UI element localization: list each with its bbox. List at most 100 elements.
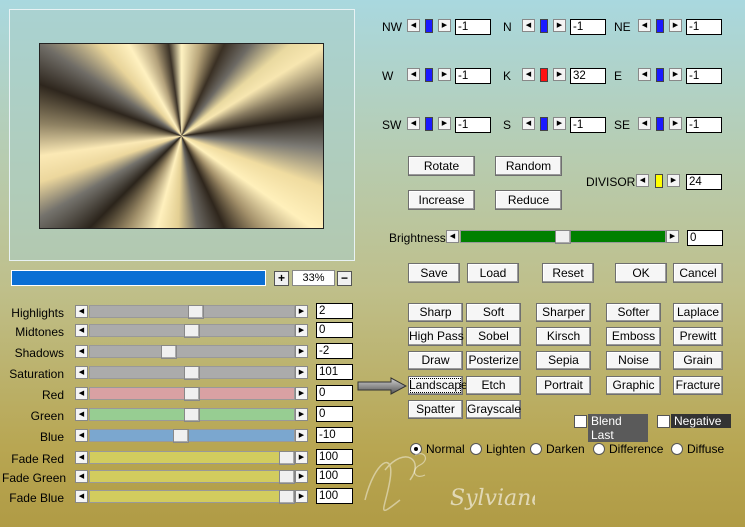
k-slider[interactable]: ◀ ▶ (522, 67, 566, 83)
brightness-input[interactable]: 0 (687, 230, 723, 246)
arrow-right-icon[interactable]: ▶ (295, 490, 308, 503)
slider-thumb[interactable] (279, 451, 295, 465)
fade-blue-input[interactable]: 100 (316, 488, 353, 504)
arrow-right-icon[interactable]: ▶ (295, 470, 308, 483)
arrow-right-icon[interactable]: ▶ (438, 117, 451, 130)
divisor-input[interactable]: 24 (686, 174, 722, 190)
blue-slider[interactable]: ◀ ▶ (75, 429, 309, 443)
arrow-right-icon[interactable]: ▶ (295, 324, 308, 337)
slider-thumb[interactable] (187, 305, 204, 319)
slider-track[interactable] (89, 429, 295, 442)
arrow-right-icon[interactable]: ▶ (295, 451, 308, 464)
arrow-left-icon[interactable]: ◀ (522, 68, 535, 81)
arrow-right-icon[interactable]: ▶ (553, 117, 566, 130)
arrow-right-icon[interactable]: ▶ (295, 305, 308, 318)
se-input[interactable]: -1 (686, 117, 722, 133)
zoom-in-button[interactable]: + (274, 271, 289, 286)
preset-softer-button[interactable]: Softer (606, 303, 661, 322)
load-button[interactable]: Load (467, 263, 519, 283)
arrow-right-icon[interactable]: ▶ (295, 429, 308, 442)
blend-diffuse-radio[interactable] (671, 443, 683, 455)
preset-soft-button[interactable]: Soft (466, 303, 521, 322)
preset-fracture-button[interactable]: Fracture (673, 376, 723, 395)
fade-blue-slider[interactable]: ◀ ▶ (75, 490, 309, 504)
midtones-slider[interactable]: ◀ ▶ (75, 324, 309, 338)
arrow-left-icon[interactable]: ◀ (75, 305, 88, 318)
e-input[interactable]: -1 (686, 68, 722, 84)
preset-kirsch-button[interactable]: Kirsch (536, 327, 591, 346)
n-input[interactable]: -1 (570, 19, 606, 35)
slider-thumb[interactable] (184, 366, 200, 380)
n-slider[interactable]: ◀ ▶ (522, 18, 566, 34)
brightness-thumb[interactable] (555, 230, 571, 244)
arrow-left-icon[interactable]: ◀ (75, 408, 88, 421)
blend-difference-radio[interactable] (593, 443, 605, 455)
arrow-right-icon[interactable]: ▶ (295, 345, 308, 358)
preset-portrait-button[interactable]: Portrait (536, 376, 591, 395)
arrow-left-icon[interactable]: ◀ (75, 451, 88, 464)
slider-thumb[interactable] (161, 345, 178, 359)
sw-input[interactable]: -1 (455, 117, 491, 133)
fade-green-slider[interactable]: ◀ ▶ (75, 470, 309, 484)
slider-track[interactable] (89, 345, 295, 358)
arrow-left-icon[interactable]: ◀ (75, 345, 88, 358)
preview-image[interactable] (39, 43, 324, 229)
slider-thumb[interactable] (279, 470, 295, 484)
arrow-right-icon[interactable]: ▶ (553, 68, 566, 81)
kernel-knob[interactable] (656, 68, 664, 82)
arrow-right-icon[interactable]: ▶ (667, 174, 680, 187)
preset-high-pass-button[interactable]: High Pass (408, 327, 464, 346)
arrow-left-icon[interactable]: ◀ (75, 470, 88, 483)
preset-laplace-button[interactable]: Laplace (673, 303, 723, 322)
slider-thumb[interactable] (184, 387, 200, 401)
slider-thumb[interactable] (184, 324, 200, 338)
kernel-knob[interactable] (656, 117, 664, 131)
preset-draw-button[interactable]: Draw (408, 351, 463, 370)
arrow-left-icon[interactable]: ◀ (638, 19, 651, 32)
divisor-slider[interactable]: ◀ ▶ (636, 173, 680, 189)
preset-emboss-button[interactable]: Emboss (606, 327, 661, 346)
preset-spatter-button[interactable]: Spatter (408, 400, 463, 419)
arrow-right-icon[interactable]: ▶ (438, 68, 451, 81)
slider-track[interactable] (89, 451, 295, 464)
arrow-left-icon[interactable]: ◀ (446, 230, 459, 243)
preset-sharper-button[interactable]: Sharper (536, 303, 591, 322)
arrow-left-icon[interactable]: ◀ (407, 68, 420, 81)
preset-sharp-button[interactable]: Sharp (408, 303, 463, 322)
preset-noise-button[interactable]: Noise (606, 351, 661, 370)
blend-last-checkbox[interactable] (574, 415, 587, 428)
reset-button[interactable]: Reset (542, 263, 594, 283)
cancel-button[interactable]: Cancel (673, 263, 723, 283)
kernel-knob[interactable] (540, 19, 548, 33)
kernel-knob[interactable] (540, 68, 548, 82)
arrow-right-icon[interactable]: ▶ (666, 230, 679, 243)
slider-track[interactable] (89, 470, 295, 483)
arrow-right-icon[interactable]: ▶ (295, 408, 308, 421)
green-input[interactable]: 0 (316, 406, 353, 422)
save-button[interactable]: Save (408, 263, 460, 283)
preset-sobel-button[interactable]: Sobel (466, 327, 521, 346)
sw-slider[interactable]: ◀ ▶ (407, 116, 451, 132)
red-slider[interactable]: ◀ ▶ (75, 387, 309, 401)
preset-sepia-button[interactable]: Sepia (536, 351, 591, 370)
preset-graphic-button[interactable]: Graphic (606, 376, 661, 395)
negative-checkbox[interactable] (657, 415, 670, 428)
kernel-knob[interactable] (425, 19, 433, 33)
zoom-out-button[interactable]: − (337, 271, 352, 286)
reduce-button[interactable]: Reduce (495, 190, 562, 210)
saturation-slider[interactable]: ◀ ▶ (75, 366, 309, 380)
arrow-left-icon[interactable]: ◀ (638, 68, 651, 81)
shadows-slider[interactable]: ◀ ▶ (75, 345, 309, 359)
slider-track[interactable] (89, 490, 295, 503)
arrow-left-icon[interactable]: ◀ (522, 117, 535, 130)
fade-red-slider[interactable]: ◀ ▶ (75, 451, 309, 465)
green-slider[interactable]: ◀ ▶ (75, 408, 309, 422)
midtones-input[interactable]: 0 (316, 322, 353, 338)
arrow-left-icon[interactable]: ◀ (75, 324, 88, 337)
kernel-knob[interactable] (656, 19, 664, 33)
increase-button[interactable]: Increase (408, 190, 475, 210)
e-slider[interactable]: ◀ ▶ (638, 67, 682, 83)
kernel-knob[interactable] (540, 117, 548, 131)
rotate-button[interactable]: Rotate (408, 156, 475, 176)
red-input[interactable]: 0 (316, 385, 353, 401)
